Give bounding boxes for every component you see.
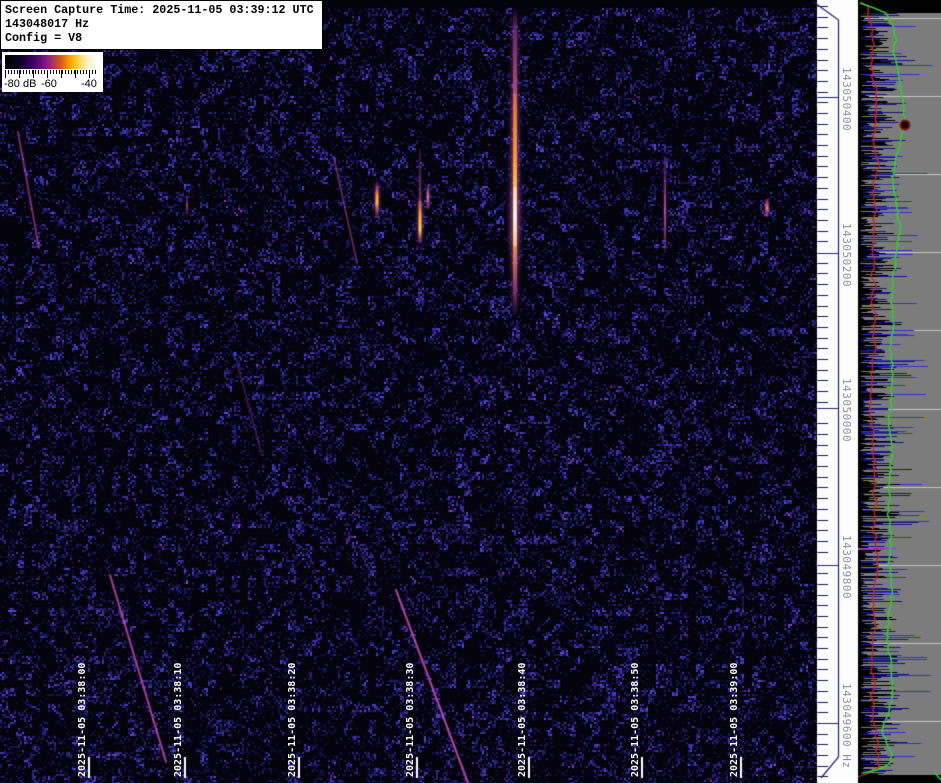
time-label: 2025-11-05 03:38:40 xyxy=(517,663,528,777)
freq-label: 143050400 xyxy=(840,67,853,131)
spectrum-lab-window: Screen Capture Time: 2025-11-05 03:39:12… xyxy=(0,0,941,783)
freq-label: 143049800 xyxy=(840,535,853,599)
color-scale-gradient xyxy=(5,55,98,69)
time-label: 2025-11-05 03:38:30 xyxy=(405,663,416,777)
freq-label: 143050000 xyxy=(840,378,853,442)
time-label: 2025-11-05 03:38:00 xyxy=(77,663,88,777)
color-scale-ticks xyxy=(5,70,98,78)
db-label: -80 dB xyxy=(4,78,36,90)
spectrogram-canvas xyxy=(0,0,941,783)
time-label: 2025-11-05 03:38:10 xyxy=(173,663,184,777)
capture-info-box: Screen Capture Time: 2025-11-05 03:39:12… xyxy=(0,0,323,50)
color-scale-labels: -80 dB -60 -40 xyxy=(2,78,103,91)
capture-frequency-text: 143048017 Hz xyxy=(5,17,318,31)
db-label: -40 xyxy=(81,78,97,90)
time-label: 2025-11-05 03:38:20 xyxy=(287,663,298,777)
freq-label: 143049600 Hz xyxy=(840,683,853,768)
freq-label: 143050200 xyxy=(840,223,853,287)
db-label: -60 xyxy=(41,78,57,90)
capture-time-text: Screen Capture Time: 2025-11-05 03:39:12… xyxy=(5,3,318,17)
config-text: Config = V8 xyxy=(5,31,318,45)
time-label: 2025-11-05 03:38:50 xyxy=(630,663,641,777)
color-scale-legend: -80 dB -60 -40 xyxy=(2,52,103,92)
time-label: 2025-11-05 03:39:00 xyxy=(729,663,740,777)
